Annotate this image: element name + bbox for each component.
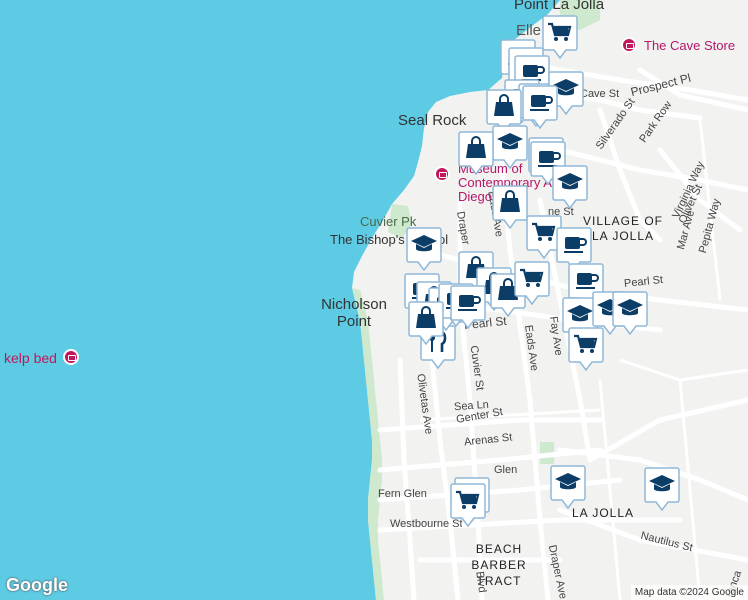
map-attribution[interactable]: Map data ©2024 Google [630,585,748,600]
map-marker-shop[interactable] [408,300,444,346]
map-marker-school[interactable] [612,290,648,336]
shopping-bag-icon [492,185,528,234]
google-logo: Google [6,575,68,595]
map-marker-school[interactable] [550,464,586,510]
shopping-cart-icon [450,483,486,532]
map-marker-cafe[interactable] [450,284,486,330]
shopping-bag-icon [408,301,444,350]
graduation-cap-icon [550,465,586,514]
map-marker-grocery[interactable] [514,260,550,306]
map-canvas[interactable]: Point La Jolla Elle Seal Rock Cuvier Pk … [0,0,748,600]
fork-knife-icon [420,325,456,374]
map-marker-school[interactable] [552,164,588,210]
map-marker-school[interactable] [644,466,680,512]
museum-poi-icon [434,166,450,182]
graduation-cap-icon [552,165,588,214]
graduation-cap-icon [644,467,680,516]
map-marker-grocery[interactable] [450,482,486,528]
graduation-cap-icon [612,291,648,340]
camera-poi-icon [63,349,79,365]
shopping-cart-icon [514,261,550,310]
map-marker-school[interactable] [492,124,528,170]
map-marker-shop[interactable] [458,130,494,176]
shopping-poi-icon [621,37,637,53]
coffee-icon [450,285,486,334]
graduation-cap-icon [492,125,528,174]
map-marker-school[interactable] [406,226,442,272]
shopping-cart-icon [568,327,604,376]
map-marker-shop[interactable] [492,184,528,230]
shopping-bag-icon [458,131,494,180]
